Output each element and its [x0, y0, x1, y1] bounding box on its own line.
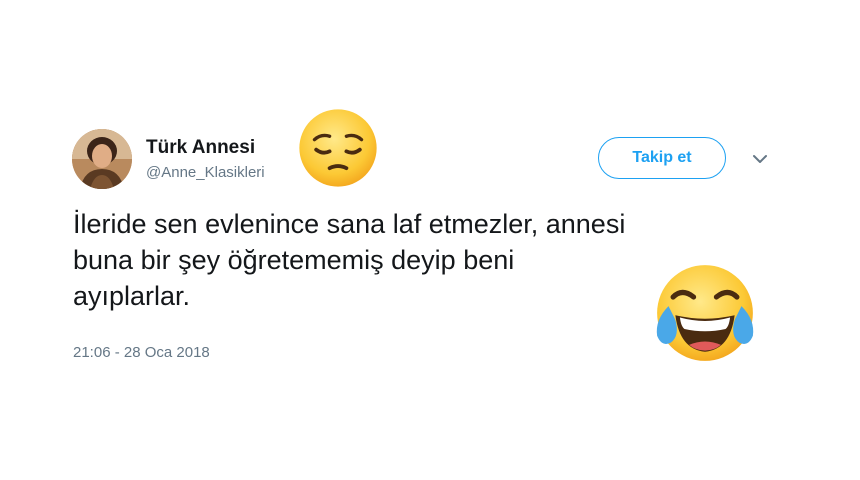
- tweet-text: İleride sen evlenince sana laf etmezler,…: [73, 206, 673, 314]
- tweet-text-line: ayıplarlar.: [73, 281, 191, 311]
- tweet-text-line: İleride sen evlenince sana laf etmezler,…: [73, 209, 626, 239]
- tweet-card: Türk Annesi @Anne_Klasikleri Takip et İl…: [0, 0, 860, 480]
- user-handle[interactable]: @Anne_Klasikleri: [146, 164, 265, 181]
- display-name[interactable]: Türk Annesi: [146, 137, 255, 159]
- tweet-timestamp[interactable]: 21:06 - 28 Oca 2018: [73, 344, 210, 361]
- tweet-text-line: buna bir şey öğretememiş deyip beni: [73, 245, 515, 275]
- avatar[interactable]: [72, 129, 132, 189]
- chevron-down-icon[interactable]: [749, 150, 771, 168]
- tears-of-joy-icon: [656, 265, 754, 361]
- pensive-face-icon: [299, 109, 377, 187]
- follow-button[interactable]: Takip et: [598, 137, 726, 179]
